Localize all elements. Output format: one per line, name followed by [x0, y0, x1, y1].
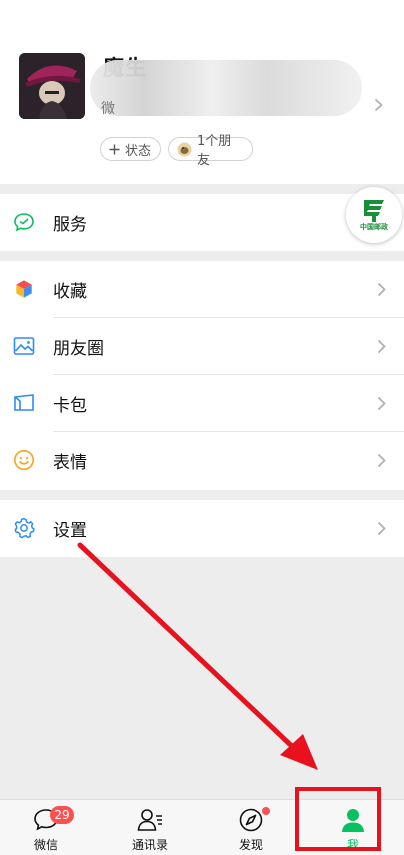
services-group: 服务	[0, 194, 404, 251]
services-icon	[14, 213, 34, 232]
tab-chats-label: 微信	[33, 838, 58, 852]
menu-item-favorites[interactable]: 收藏	[0, 261, 404, 318]
tab-chats[interactable]: 29 微信	[0, 800, 96, 855]
chevron-right-icon	[377, 282, 386, 297]
chevron-right-icon	[377, 339, 386, 354]
card-wallet-icon	[14, 394, 34, 411]
settings-group: 设置	[0, 500, 404, 557]
favorites-cube-icon	[15, 279, 33, 299]
tab-discover[interactable]: 发现	[201, 800, 301, 855]
smiley-icon	[14, 450, 34, 470]
menu-label-favorites: 收藏	[53, 282, 87, 302]
chevron-right-icon	[377, 396, 386, 411]
privacy-blur	[90, 60, 362, 116]
menu-item-cards[interactable]: 卡包	[0, 375, 404, 432]
menu-label-cards: 卡包	[53, 396, 87, 416]
menu-item-settings[interactable]: 设置	[0, 500, 404, 557]
friends-chip-label: 1个朋友	[197, 134, 232, 168]
status-chip[interactable]: 状态	[100, 137, 161, 161]
notification-dot	[262, 807, 270, 815]
china-post-text: 中国邮政	[360, 223, 388, 231]
profile-header[interactable]: 魔生 微 状态 1个朋友	[0, 0, 404, 184]
menu-item-services[interactable]: 服务	[0, 194, 404, 251]
menu-label-moments: 朋友圈	[53, 339, 104, 359]
compass-icon	[239, 808, 263, 832]
content-group: 收藏 朋友圈 卡包 表情	[0, 261, 404, 490]
menu-item-stickers[interactable]: 表情	[0, 432, 404, 489]
chevron-right-icon[interactable]	[374, 98, 383, 112]
menu-label-stickers: 表情	[53, 453, 87, 473]
avatar[interactable]	[19, 53, 85, 119]
plus-icon	[109, 144, 120, 155]
contacts-icon	[137, 809, 162, 831]
friends-chip[interactable]: 1个朋友	[168, 134, 253, 168]
menu-label-settings: 设置	[53, 521, 87, 541]
tab-discover-label: 发现	[238, 838, 263, 852]
wechat-id: 微	[101, 101, 115, 117]
china-post-logo-icon	[364, 200, 384, 222]
menu-item-moments[interactable]: 朋友圈	[0, 318, 404, 375]
unread-badge: 29	[50, 806, 74, 824]
gear-icon	[14, 518, 35, 539]
chevron-right-icon	[377, 453, 386, 468]
friend-avatar-icon	[177, 142, 192, 157]
menu-label-services: 服务	[53, 215, 87, 235]
moments-picture-icon	[13, 337, 35, 355]
tab-contacts-label: 通讯录	[131, 838, 168, 852]
tab-contacts[interactable]: 通讯录	[100, 800, 200, 855]
china-post-badge[interactable]: 中国邮政	[346, 187, 402, 243]
status-chip-label: 状态	[125, 143, 152, 159]
chevron-right-icon	[377, 521, 386, 536]
annotation-highlight-box	[295, 787, 381, 851]
